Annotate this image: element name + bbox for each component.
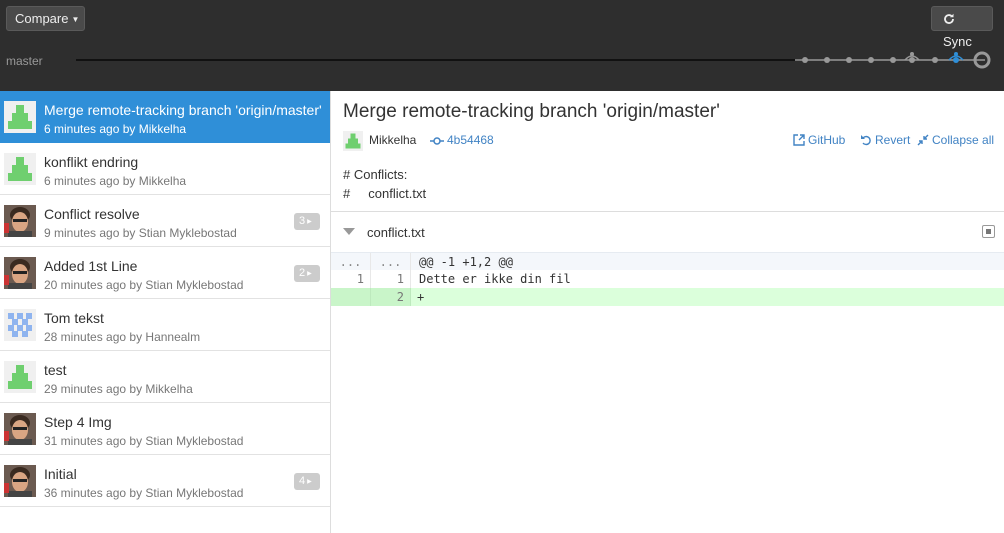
collapse-all-label: Collapse all	[932, 133, 995, 147]
old-line-number: 1	[331, 270, 371, 288]
chevron-right-icon: ▶	[307, 219, 312, 225]
commit-author[interactable]: Mikkelha	[369, 133, 416, 147]
file-diff: ... ... @@ -1 +1,2 @@ 1 1 Dette er ikke …	[331, 252, 1004, 306]
commit-meta: 29 minutes ago by Mikkelha	[44, 382, 193, 396]
new-line-number[interactable]: ...	[371, 253, 411, 271]
files-count: 2	[299, 267, 306, 279]
commit-item[interactable]: Added 1st Line 20 minutes ago by Stian M…	[0, 247, 330, 299]
diff-line: 1 1 Dette er ikke din fil	[331, 270, 1004, 288]
graph-node	[868, 57, 874, 63]
commit-list: Merge remote-tracking branch 'origin/mas…	[0, 91, 331, 533]
author-avatar	[343, 131, 363, 151]
commit-meta: 36 minutes ago by Stian Myklebostad	[44, 486, 244, 500]
sync-icon	[944, 13, 954, 24]
commit-meta: 31 minutes ago by Stian Myklebostad	[44, 434, 244, 448]
view-file-icon[interactable]	[982, 225, 995, 238]
avatar	[4, 361, 36, 393]
files-count: 4	[299, 475, 306, 487]
history-timeline[interactable]	[76, 59, 800, 61]
commit-title: konflikt endring	[44, 154, 139, 170]
graph-node	[824, 57, 830, 63]
graph-node	[846, 57, 852, 63]
graph-node	[890, 57, 896, 63]
revert-button-label: Revert	[875, 133, 911, 147]
diff-line-added: 2 +	[331, 288, 1004, 306]
graph-node	[802, 57, 808, 63]
commit-sha-link[interactable]: 4b54468	[430, 133, 494, 147]
chevron-right-icon: ▶	[307, 479, 312, 485]
commit-icon	[430, 137, 444, 145]
commit-sha: 4b54468	[447, 133, 494, 147]
commit-item[interactable]: Conflict resolve 9 minutes ago by Stian …	[0, 195, 330, 247]
file-header[interactable]: conflict.txt	[331, 212, 1004, 252]
commit-item[interactable]: Initial 36 minutes ago by Stian Myklebos…	[0, 455, 330, 507]
avatar	[4, 465, 36, 497]
github-link[interactable]: GitHub	[793, 133, 845, 147]
caret-down-icon: ▼	[71, 15, 80, 24]
commit-detail-title: Merge remote-tracking branch 'origin/mas…	[343, 101, 720, 122]
avatar	[4, 153, 36, 185]
diff-line-text: +	[417, 290, 425, 304]
files-count-badge[interactable]: 3 ▶	[294, 213, 320, 230]
old-line-number	[331, 288, 371, 306]
commit-title: Tom tekst	[44, 310, 104, 326]
chevron-right-icon: ▶	[307, 271, 312, 277]
files-count: 3	[299, 215, 306, 227]
commit-meta: 6 minutes ago by Mikkelha	[44, 174, 187, 188]
commit-title: Merge remote-tracking branch 'origin/mas…	[44, 102, 322, 118]
old-line-number[interactable]: ...	[331, 253, 371, 271]
graph-node-selected	[954, 52, 958, 56]
files-count-badge[interactable]: 2 ▶	[294, 265, 320, 282]
graph-node-selected	[953, 57, 959, 63]
commit-item[interactable]: Tom tekst 28 minutes ago by Hannealm	[0, 299, 330, 351]
avatar	[4, 257, 36, 289]
compare-button[interactable]: Compare ▼	[6, 6, 85, 31]
new-line-number: 2	[371, 288, 411, 306]
commit-item[interactable]: Merge remote-tracking branch 'origin/mas…	[0, 91, 330, 143]
graph-node	[910, 52, 914, 56]
sync-button-label: Sync	[943, 34, 972, 49]
commit-detail-pane: Merge remote-tracking branch 'origin/mas…	[331, 91, 1004, 533]
commit-item[interactable]: Step 4 Img 31 minutes ago by Stian Mykle…	[0, 403, 330, 455]
triangle-down-icon[interactable]	[343, 228, 355, 235]
revert-icon	[861, 135, 871, 146]
external-link-icon	[793, 134, 805, 146]
diff-hunk-header: ... ... @@ -1 +1,2 @@	[331, 252, 1004, 271]
commit-meta: 20 minutes ago by Stian Myklebostad	[44, 278, 244, 292]
commit-meta: 6 minutes ago by Mikkelha	[44, 122, 187, 136]
commit-item[interactable]: konflikt endring 6 minutes ago by Mikkel…	[0, 143, 330, 195]
commit-item[interactable]: test 29 minutes ago by Mikkelha	[0, 351, 330, 403]
diff-hunk-text: @@ -1 +1,2 @@	[419, 255, 513, 269]
commit-title: Initial	[44, 466, 77, 482]
avatar	[4, 101, 36, 133]
commit-title: Added 1st Line	[44, 258, 138, 274]
sync-button[interactable]: Sync	[931, 6, 993, 49]
commit-meta: 9 minutes ago by Stian Myklebostad	[44, 226, 237, 240]
graph-node	[932, 57, 938, 63]
commit-message-line: # Conflicts:	[343, 167, 408, 182]
branch-label: master	[6, 54, 43, 68]
new-line-number: 1	[371, 270, 411, 288]
revert-button[interactable]: Revert	[860, 133, 910, 147]
avatar	[4, 413, 36, 445]
compare-button-label: Compare	[15, 11, 69, 26]
commit-graph[interactable]	[795, 48, 1000, 73]
diff-line-text: Dette er ikke din fil	[419, 272, 571, 286]
avatar	[4, 309, 36, 341]
commit-title: Conflict resolve	[44, 206, 140, 222]
commit-meta: 28 minutes ago by Hannealm	[44, 330, 201, 344]
files-count-badge[interactable]: 4 ▶	[294, 473, 320, 490]
github-link-label: GitHub	[808, 133, 846, 147]
collapse-icon	[917, 134, 929, 146]
commit-message-line: # conflict.txt	[343, 186, 427, 201]
commit-title: Step 4 Img	[44, 414, 112, 430]
graph-node	[909, 57, 915, 63]
top-toolbar: Compare ▼ Sync master	[0, 0, 1004, 91]
avatar	[4, 205, 36, 237]
collapse-all-button[interactable]: Collapse all	[917, 133, 994, 147]
file-name: conflict.txt	[367, 225, 425, 240]
commit-title: test	[44, 362, 67, 378]
commit-message-body: # Conflicts: # conflict.txt	[343, 165, 426, 203]
